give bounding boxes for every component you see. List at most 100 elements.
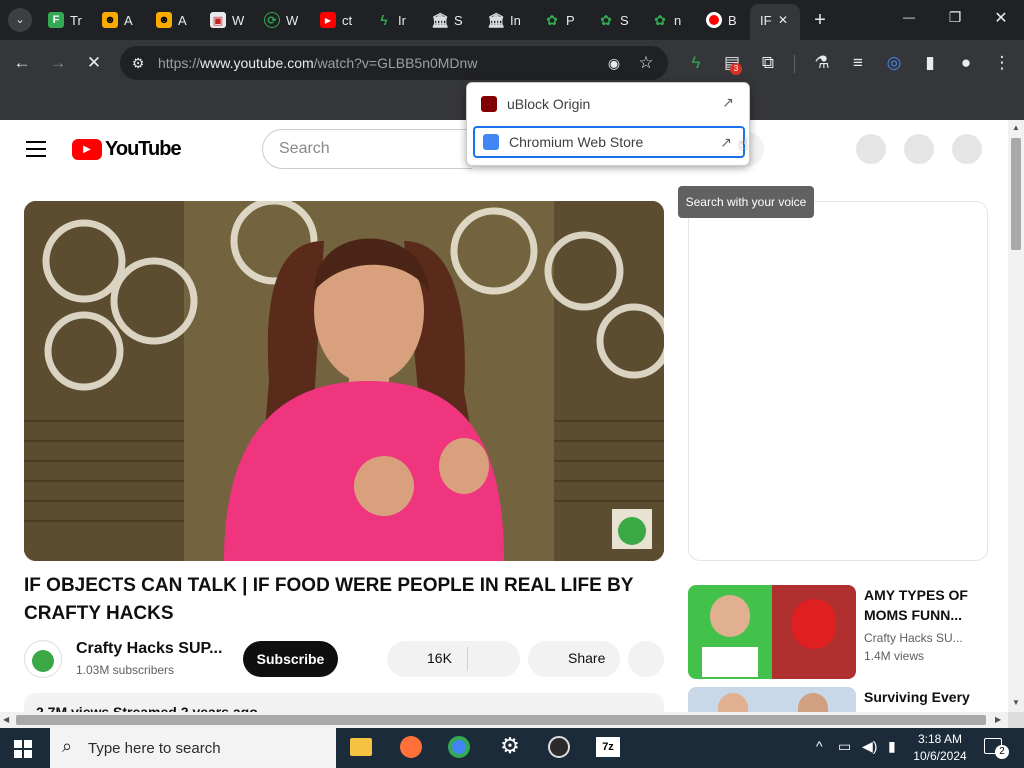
vertical-scrollbar[interactable]: ▲ ▼ bbox=[1008, 120, 1024, 712]
taskbar-search-input[interactable]: ⌕ Type here to search bbox=[50, 728, 336, 768]
open-external-icon[interactable]: ↗ bbox=[719, 94, 737, 112]
horizontal-scrollbar[interactable]: ◀ ▶ bbox=[0, 712, 1008, 728]
flask-icon[interactable]: ⚗ bbox=[810, 51, 834, 75]
volume-icon[interactable]: ◀) bbox=[862, 738, 877, 755]
forward-arrow-icon[interactable]: → bbox=[46, 51, 70, 75]
active-tab[interactable]: IF ✕ bbox=[750, 4, 800, 40]
video-player[interactable] bbox=[24, 201, 664, 561]
bolt-extension-icon[interactable]: ϟ bbox=[684, 51, 708, 75]
youtube-favicon-icon: ▶ bbox=[320, 12, 336, 28]
extension-item-chromium-web-store[interactable]: Chromium Web Store ↗ bbox=[473, 126, 745, 158]
video-title: IF OBJECTS CAN TALK | IF FOOD WERE PEOPL… bbox=[24, 575, 634, 624]
sidebar-ad-slot bbox=[688, 201, 988, 561]
window-close-button[interactable]: ✕ bbox=[990, 8, 1012, 28]
tab-favicon-icon: 🏛 bbox=[487, 11, 505, 28]
vpn-extension-icon[interactable]: ◎ bbox=[882, 51, 906, 75]
related-thumbnail[interactable] bbox=[688, 687, 856, 712]
extension-badge: 3 bbox=[730, 63, 742, 75]
file-explorer-icon[interactable] bbox=[350, 738, 372, 756]
scroll-right-arrow-icon[interactable]: ▶ bbox=[995, 715, 1001, 724]
clock-time[interactable]: 3:18 AM bbox=[912, 732, 968, 746]
voice-search-tooltip: Search with your voice bbox=[678, 186, 814, 218]
tab-favicon-icon: ⟳ bbox=[264, 12, 280, 28]
channel-name[interactable]: Crafty Hacks SUP... bbox=[76, 640, 222, 658]
web-store-icon bbox=[483, 134, 499, 150]
browser-tab[interactable]: ⟳ W bbox=[254, 6, 298, 34]
browser-tab[interactable]: 🏛 In bbox=[478, 6, 522, 34]
browser-tab[interactable]: ☻ A bbox=[146, 6, 190, 34]
notifications-button[interactable] bbox=[904, 134, 934, 164]
bookmark-star-icon[interactable]: ☆ bbox=[634, 51, 658, 75]
media-queue-icon[interactable]: ≡ bbox=[846, 51, 870, 75]
tab-favicon-icon: ✿ bbox=[654, 11, 666, 28]
scroll-up-arrow-icon[interactable]: ▲ bbox=[1012, 123, 1020, 132]
browser-tab[interactable]: ✿ P bbox=[534, 6, 578, 34]
tab-favicon-icon: ☻ bbox=[102, 12, 118, 28]
microphone-icon[interactable]: ▮ bbox=[888, 738, 896, 755]
tab-favicon-icon: ✿ bbox=[546, 11, 558, 28]
description-box[interactable]: 2.7M views Streamed 2 years ago bbox=[24, 693, 664, 712]
notification-count: 2 bbox=[995, 745, 1009, 759]
horizontal-scroll-thumb[interactable] bbox=[16, 715, 986, 725]
extension-calendar-icon[interactable]: ▤ 3 bbox=[720, 51, 744, 75]
settings-gear-icon[interactable]: ⚙ bbox=[498, 734, 522, 758]
7zip-icon[interactable]: 7z bbox=[596, 737, 620, 757]
network-icon[interactable]: ▭ bbox=[838, 738, 851, 755]
related-views: 1.4M views bbox=[864, 649, 925, 663]
extensions-puzzle-icon[interactable]: ⧉ bbox=[756, 51, 780, 75]
account-avatar[interactable] bbox=[952, 134, 982, 164]
restore-button[interactable]: ❐ bbox=[944, 9, 966, 26]
browser-tab[interactable]: F Tr bbox=[38, 6, 82, 34]
youtube-logo[interactable]: ▶ YouTube bbox=[72, 138, 182, 160]
site-info-icon[interactable]: ⚙ bbox=[126, 51, 150, 75]
related-title: AMY TYPES OF bbox=[864, 587, 968, 603]
browser-tab[interactable]: ϟ Ir bbox=[366, 6, 410, 34]
search-input[interactable]: Search bbox=[262, 129, 472, 169]
obs-app-icon[interactable] bbox=[548, 736, 570, 758]
hamburger-menu-icon[interactable] bbox=[26, 140, 46, 157]
browser-toolbar: ← → ✕ ⚙ https://www.youtube.com/watch?v=… bbox=[0, 40, 1024, 86]
related-thumbnail[interactable] bbox=[688, 585, 856, 679]
scroll-down-arrow-icon[interactable]: ▼ bbox=[1012, 698, 1020, 707]
more-menu-icon[interactable]: ⋮ bbox=[990, 51, 1014, 75]
mouse-cursor-icon: ☝ bbox=[738, 136, 748, 153]
like-button[interactable]: 16K bbox=[427, 650, 452, 666]
browser-tab[interactable]: ☻ A bbox=[92, 6, 136, 34]
browser-tab[interactable]: ▣ W bbox=[200, 6, 244, 34]
windows-start-icon[interactable] bbox=[14, 740, 32, 758]
subscribe-button[interactable]: Subscribe bbox=[243, 641, 338, 677]
browser-tab[interactable]: ✿ S bbox=[588, 6, 632, 34]
show-hidden-icons-icon[interactable]: ^ bbox=[816, 738, 823, 754]
profile-avatar-icon[interactable]: ● bbox=[954, 51, 978, 75]
scroll-left-arrow-icon[interactable]: ◀ bbox=[3, 715, 9, 724]
share-button[interactable]: Share bbox=[528, 641, 620, 677]
more-actions-button[interactable] bbox=[628, 641, 664, 677]
chrome-icon[interactable] bbox=[448, 736, 470, 758]
create-button[interactable] bbox=[856, 134, 886, 164]
browser-tab[interactable]: ▶ ct bbox=[310, 6, 354, 34]
new-tab-button[interactable]: + bbox=[810, 8, 830, 32]
browser-tab[interactable]: 🏛 S bbox=[422, 6, 466, 34]
vertical-scroll-thumb[interactable] bbox=[1011, 138, 1021, 250]
related-video-item[interactable]: AMY TYPES OF MOMS FUNN... Crafty Hacks S… bbox=[688, 585, 988, 679]
eye-off-icon[interactable]: ◉ bbox=[602, 51, 626, 75]
tab-favicon-icon: 🏛 bbox=[431, 11, 449, 28]
address-bar[interactable]: ⚙ https://www.youtube.com/watch?v=GLBB5n… bbox=[120, 46, 668, 80]
browser-tab[interactable]: ✿ n bbox=[642, 6, 686, 34]
side-panel-icon[interactable]: ▮ bbox=[918, 51, 942, 75]
firefox-icon[interactable] bbox=[400, 736, 422, 758]
tab-search-button[interactable]: ⌄ bbox=[8, 8, 32, 32]
tab-close-icon[interactable]: ✕ bbox=[778, 13, 788, 27]
back-arrow-icon[interactable]: ← bbox=[10, 51, 34, 75]
related-title: MOMS FUNN... bbox=[864, 607, 962, 623]
notification-center-icon[interactable]: 2 bbox=[984, 738, 1009, 759]
channel-avatar[interactable] bbox=[24, 640, 62, 678]
extension-item-ublock[interactable]: uBlock Origin ↗ bbox=[473, 88, 745, 120]
minimize-button[interactable]: — bbox=[898, 10, 920, 24]
open-external-icon[interactable]: ↗ bbox=[717, 134, 735, 152]
stop-loading-icon[interactable]: ✕ bbox=[82, 51, 106, 75]
clock-date[interactable]: 10/6/2024 bbox=[912, 749, 968, 763]
related-video-item[interactable]: Surviving Every bbox=[688, 687, 988, 712]
browser-tab[interactable]: B bbox=[696, 6, 740, 34]
url-text[interactable]: https://www.youtube.com/watch?v=GLBB5n0M… bbox=[158, 55, 477, 71]
